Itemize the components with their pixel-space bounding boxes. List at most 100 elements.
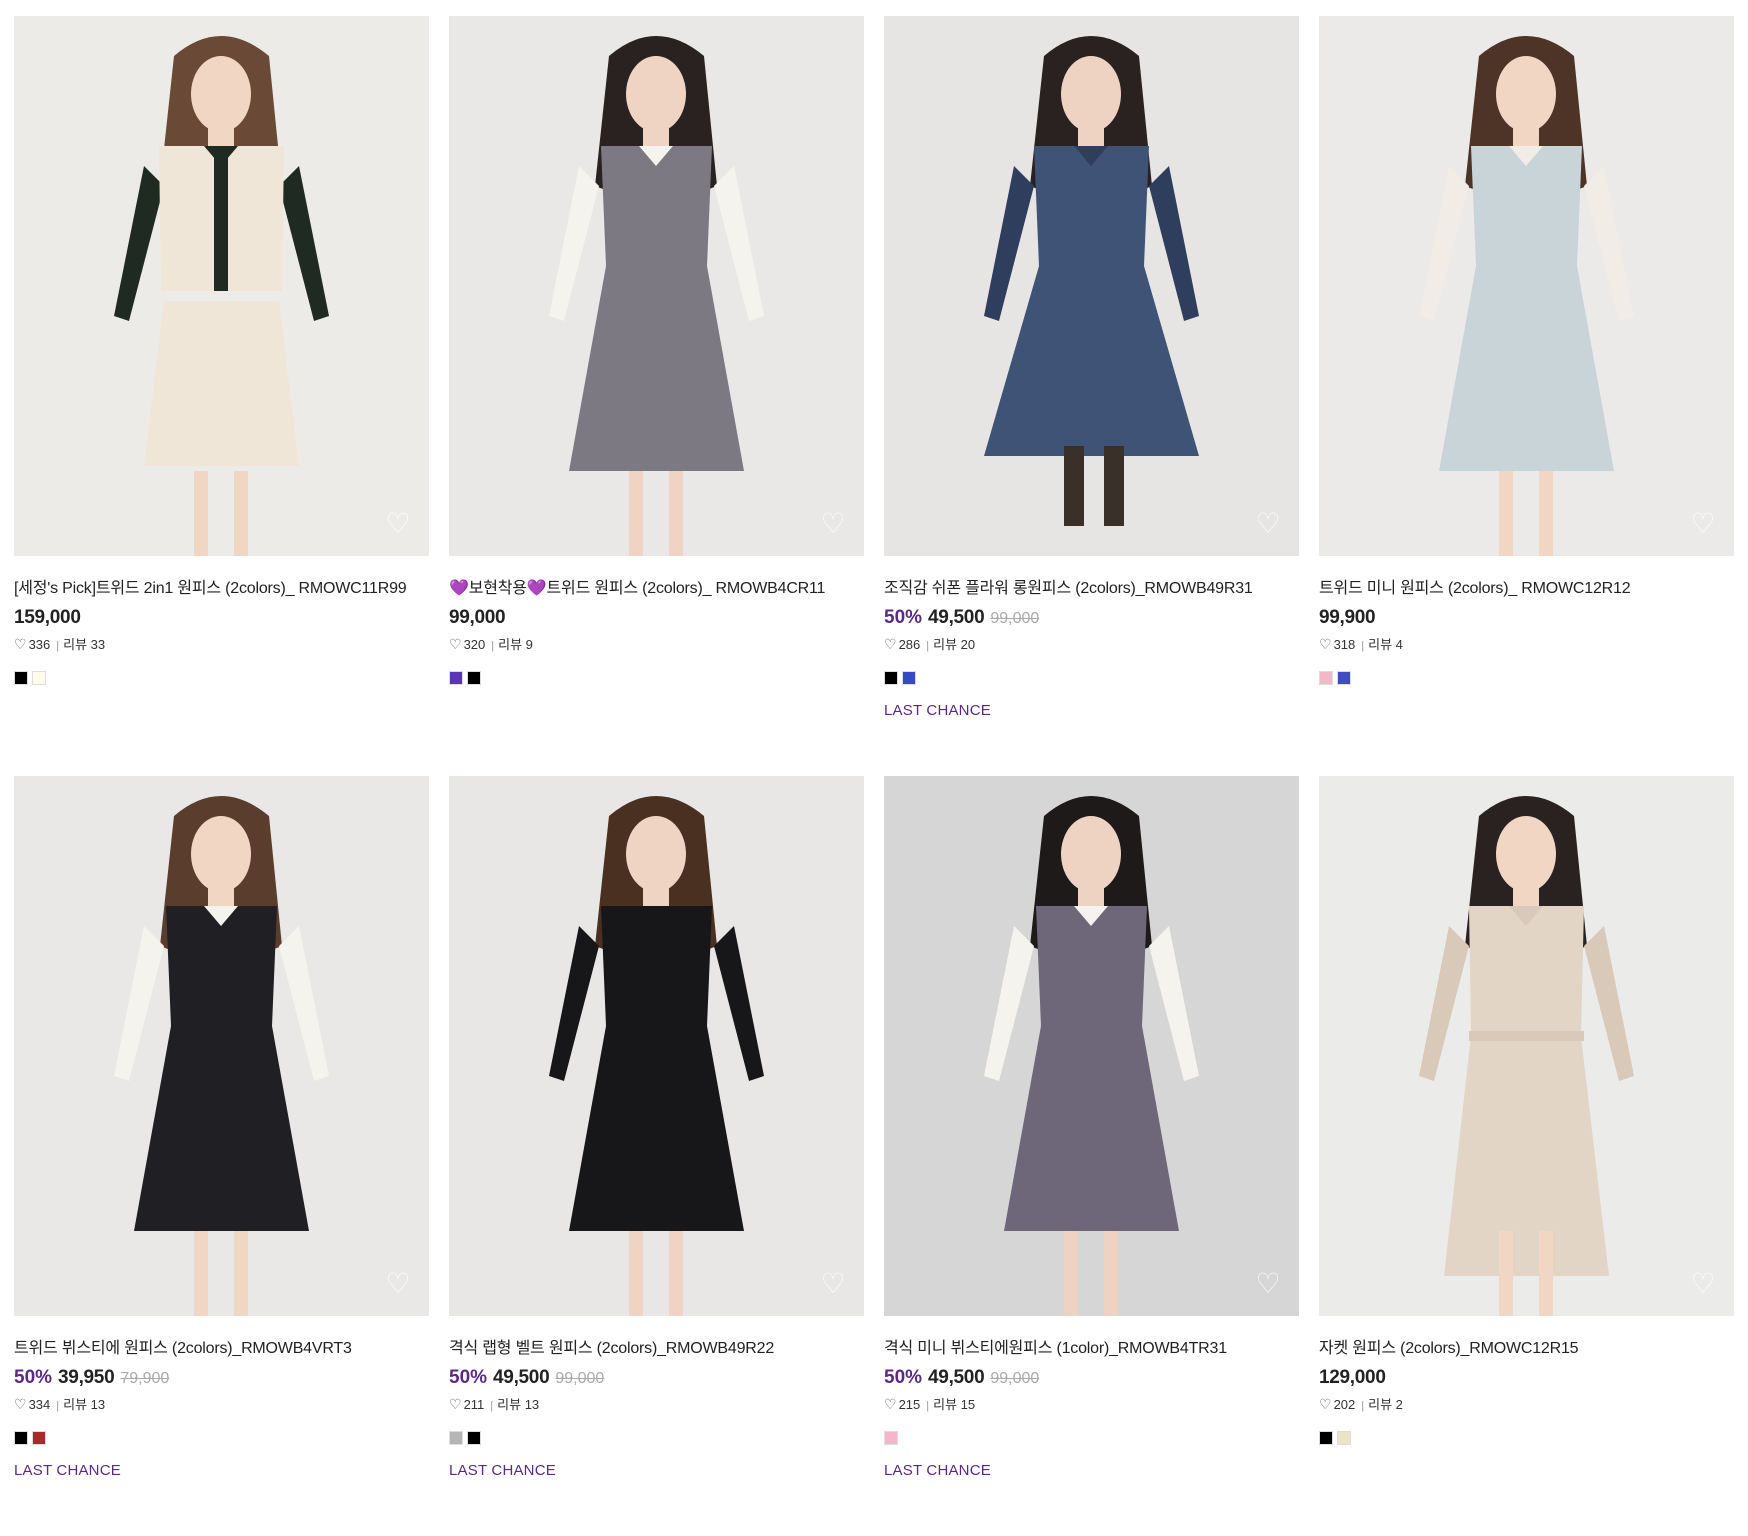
price-row: 50% 49,500 99,000: [449, 1365, 864, 1391]
product-card[interactable]: ♡ 조직감 쉬폰 플라워 롱원피스 (2colors)_RMOWB49R31 50%…: [884, 16, 1299, 776]
product-card[interactable]: ♡ 자켓 원피스 (2colors)_RMOWC12R15 129,000 ♡ 202 |…: [1319, 776, 1734, 1536]
original-price: 99,000: [555, 1370, 605, 1387]
product-name[interactable]: 조직감 쉬폰 플라워 롱원피스 (2colors)_RMOWB49R31: [884, 578, 1299, 600]
price-row: 129,000: [1319, 1365, 1734, 1391]
color-swatches: [1319, 1431, 1734, 1445]
product-meta: ♡ 215 | 리뷰 15: [884, 1395, 1299, 1413]
wishlist-heart-icon[interactable]: ♡: [383, 1270, 413, 1298]
product-meta: ♡ 202 | 리뷰 2: [1319, 1395, 1734, 1413]
review-count[interactable]: 리뷰 9: [498, 637, 533, 652]
like-count: 202: [1333, 1397, 1356, 1412]
sale-price: 159,000: [14, 607, 81, 628]
review-count[interactable]: 리뷰 13: [63, 1397, 105, 1412]
last-chance-tag: LAST CHANCE: [449, 1462, 556, 1479]
color-swatch[interactable]: [14, 1431, 28, 1445]
sale-price: 129,000: [1319, 1367, 1386, 1388]
product-image[interactable]: ♡: [884, 776, 1299, 1316]
price-row: 99,000: [449, 605, 864, 631]
original-price: 99,000: [990, 610, 1040, 627]
divider: |: [1361, 640, 1365, 652]
color-swatch[interactable]: [14, 671, 28, 685]
color-swatch[interactable]: [1319, 671, 1333, 685]
color-swatches: [449, 671, 864, 685]
divider: |: [490, 1400, 494, 1412]
product-image[interactable]: ♡: [449, 776, 864, 1316]
divider: |: [926, 1400, 930, 1412]
product-image[interactable]: ♡: [884, 16, 1299, 556]
product-card[interactable]: ♡ 💜보현착용💜트위드 원피스 (2colors)_ RMOWB4CR11 99,0…: [449, 16, 864, 776]
color-swatch[interactable]: [884, 1431, 898, 1445]
divider: |: [56, 640, 60, 652]
product-image[interactable]: ♡: [14, 16, 429, 556]
sale-price: 49,500: [493, 1367, 550, 1388]
product-card[interactable]: ♡ [세정's Pick]트위드 2in1 원피스 (2colors)_ RMOW…: [14, 16, 429, 776]
color-swatch[interactable]: [32, 671, 46, 685]
product-image[interactable]: ♡: [449, 16, 864, 556]
heart-outline-icon: ♡: [884, 636, 897, 652]
color-swatch[interactable]: [32, 1431, 46, 1445]
color-swatch[interactable]: [1337, 671, 1351, 685]
like-count: 215: [898, 1397, 921, 1412]
review-count[interactable]: 리뷰 15: [933, 1397, 975, 1412]
product-meta: ♡ 336 | 리뷰 33: [14, 635, 429, 653]
product-name[interactable]: 트위드 뷔스티에 원피스 (2colors)_RMOWB4VRT3: [14, 1338, 429, 1360]
divider: |: [926, 640, 930, 652]
color-swatch[interactable]: [902, 671, 916, 685]
product-card[interactable]: ♡ 격식 랩형 벨트 원피스 (2colors)_RMOWB49R22 50% 49,…: [449, 776, 864, 1536]
heart-outline-icon: ♡: [14, 636, 27, 652]
product-card[interactable]: ♡ 격식 미니 뷔스티에원피스 (1color)_RMOWB4TR31 50% 49,…: [884, 776, 1299, 1536]
wishlist-heart-icon[interactable]: ♡: [1253, 1270, 1283, 1298]
like-count: 211: [463, 1397, 485, 1412]
color-swatch[interactable]: [449, 1431, 463, 1445]
review-count[interactable]: 리뷰 2: [1368, 1397, 1403, 1412]
color-swatch[interactable]: [467, 1431, 481, 1445]
wishlist-heart-icon[interactable]: ♡: [1253, 510, 1283, 538]
product-image[interactable]: ♡: [14, 776, 429, 1316]
review-count[interactable]: 리뷰 13: [497, 1397, 539, 1412]
price-row: 50% 39,950 79,900: [14, 1365, 429, 1391]
color-swatches: [884, 671, 1299, 685]
price-row: 159,000: [14, 605, 429, 631]
product-image[interactable]: ♡: [1319, 776, 1734, 1316]
wishlist-heart-icon[interactable]: ♡: [1688, 1270, 1718, 1298]
product-image-figure: [884, 776, 1299, 1316]
discount-rate: 50%: [884, 1367, 923, 1388]
last-chance-tag: LAST CHANCE: [884, 1462, 991, 1479]
color-swatches: [1319, 671, 1734, 685]
wishlist-heart-icon[interactable]: ♡: [383, 510, 413, 538]
review-count[interactable]: 리뷰 33: [63, 637, 105, 652]
product-name[interactable]: 격식 미니 뷔스티에원피스 (1color)_RMOWB4TR31: [884, 1338, 1299, 1360]
wishlist-heart-icon[interactable]: ♡: [818, 510, 848, 538]
color-swatches: [14, 1431, 429, 1445]
color-swatch[interactable]: [884, 671, 898, 685]
review-count[interactable]: 리뷰 20: [933, 637, 975, 652]
color-swatch[interactable]: [1319, 1431, 1333, 1445]
last-chance-tag: LAST CHANCE: [14, 1462, 121, 1479]
product-name[interactable]: 자켓 원피스 (2colors)_RMOWC12R15: [1319, 1338, 1734, 1360]
heart-outline-icon: ♡: [1319, 636, 1332, 652]
product-card[interactable]: ♡ 트위드 미니 원피스 (2colors)_ RMOWC12R12 99,900 ♡…: [1319, 16, 1734, 776]
color-swatch[interactable]: [449, 671, 463, 685]
like-count: 318: [1333, 637, 1356, 652]
color-swatch[interactable]: [467, 671, 481, 685]
wishlist-heart-icon[interactable]: ♡: [818, 1270, 848, 1298]
product-name[interactable]: [세정's Pick]트위드 2in1 원피스 (2colors)_ RMOWC…: [14, 578, 429, 600]
product-name[interactable]: 격식 랩형 벨트 원피스 (2colors)_RMOWB49R22: [449, 1338, 864, 1360]
product-name[interactable]: 트위드 미니 원피스 (2colors)_ RMOWC12R12: [1319, 578, 1734, 600]
heart-outline-icon: ♡: [449, 636, 462, 652]
product-image-figure: [14, 776, 429, 1316]
product-name[interactable]: 💜보현착용💜트위드 원피스 (2colors)_ RMOWB4CR11: [449, 578, 864, 600]
product-image-figure: [449, 776, 864, 1316]
review-count[interactable]: 리뷰 4: [1368, 637, 1403, 652]
heart-outline-icon: ♡: [884, 1396, 897, 1412]
sale-price: 99,900: [1319, 607, 1376, 628]
like-count: 286: [898, 637, 921, 652]
product-image[interactable]: ♡: [1319, 16, 1734, 556]
wishlist-heart-icon[interactable]: ♡: [1688, 510, 1718, 538]
price-row: 99,900: [1319, 605, 1734, 631]
heart-outline-icon: ♡: [449, 1396, 462, 1412]
color-swatch[interactable]: [1337, 1431, 1351, 1445]
color-swatches: [449, 1431, 864, 1445]
product-image-figure: [1319, 16, 1734, 556]
product-card[interactable]: ♡ 트위드 뷔스티에 원피스 (2colors)_RMOWB4VRT3 50% 39,…: [14, 776, 429, 1536]
